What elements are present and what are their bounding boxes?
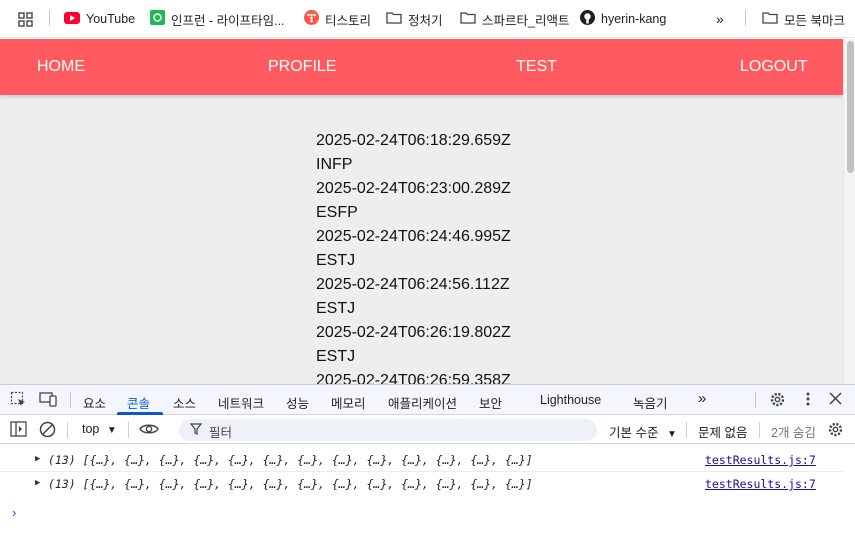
console-filter-input[interactable]: 필터 — [179, 419, 597, 441]
tab-sources[interactable]: 소스 — [173, 393, 196, 412]
nav-logout-link[interactable]: LOGOUT — [740, 58, 808, 76]
tab-elements[interactable]: 요소 — [83, 393, 106, 412]
more-tabs-icon[interactable]: » — [698, 390, 706, 407]
result-mbti: ESFP — [316, 204, 358, 221]
live-expression-eye-icon[interactable] — [139, 422, 159, 439]
sidebar-toggle-icon[interactable] — [10, 421, 27, 440]
tab-recorder[interactable]: 녹음기 — [633, 393, 668, 412]
tab-application[interactable]: 애플리케이션 — [388, 393, 457, 412]
tab-network[interactable]: 네트워크 — [218, 393, 264, 412]
filter-placeholder: 필터 — [209, 426, 233, 440]
result-timestamp: 2025-02-24T06:23:00.289Z — [316, 180, 511, 197]
github-icon — [580, 10, 595, 28]
dropdown-arrow-icon: ▼ — [666, 429, 677, 440]
inspect-element-icon[interactable] — [10, 391, 27, 411]
more-options-icon[interactable] — [805, 391, 811, 410]
page-scrollbar[interactable] — [843, 39, 855, 384]
bookmarks-divider — [49, 10, 50, 26]
bookmark-folder-sparta[interactable]: 스파르타_리액트 — [460, 9, 569, 29]
bookmark-label: 티스토리 — [325, 13, 372, 28]
page-viewport: HOME PROFILE TEST LOGOUT 2025-02-24T06:1… — [0, 39, 843, 384]
bookmark-youtube[interactable]: YouTube — [64, 9, 135, 29]
bookmark-github[interactable]: hyerin-kang — [580, 9, 666, 29]
bookmark-tistory[interactable]: 티스토리 — [304, 9, 371, 29]
result-mbti: ESTJ — [316, 300, 356, 317]
device-toolbar-icon[interactable] — [39, 391, 57, 410]
tab-console[interactable]: 콘솔 — [127, 393, 150, 412]
all-bookmarks-folder[interactable]: 모든 북마크 — [762, 9, 845, 29]
all-bookmarks-label: 모든 북마크 — [784, 13, 845, 28]
devtools-panel: 요소 콘솔 소스 네트워크 성능 메모리 애플리케이션 보안 Lighthous… — [0, 384, 855, 557]
tab-divider — [755, 392, 756, 408]
result-timestamp: 2025-02-24T06:24:46.995Z — [316, 228, 511, 245]
log-message: (13) [{…}, {…}, {…}, {…}, {…}, {…}, {…},… — [48, 477, 533, 491]
tab-lighthouse[interactable]: Lighthouse — [540, 393, 601, 407]
scrollbar-thumb[interactable] — [847, 41, 854, 173]
tab-divider — [70, 392, 71, 408]
expand-triangle-icon[interactable]: ▶ — [35, 454, 40, 464]
result-mbti: INFP — [316, 156, 353, 173]
close-devtools-icon[interactable] — [829, 392, 842, 408]
result-mbti: ESTJ — [316, 348, 356, 365]
console-log-entry[interactable]: ▶ (13) [{…}, {…}, {…}, {…}, {…}, {…}, {…… — [0, 448, 843, 472]
context-selector[interactable]: top ▼ — [82, 422, 117, 436]
filter-funnel-icon — [189, 423, 203, 438]
bookmark-label: 스파르타_리액트 — [482, 13, 570, 28]
tistory-icon — [304, 10, 319, 28]
bookmarks-bar: YouTube 인프런 - 라이프타임... 티스토리 정처기 스파르타_리액트… — [0, 0, 855, 38]
context-label: top — [82, 422, 100, 436]
youtube-icon — [64, 11, 80, 27]
log-source-link[interactable]: testResults.js:7 — [705, 477, 816, 491]
bookmarks-divider — [745, 10, 746, 26]
folder-icon — [762, 11, 778, 27]
tab-performance[interactable]: 성능 — [286, 393, 309, 412]
toolbar-divider — [759, 422, 760, 438]
bookmark-label: 인프런 - 라이프타임... — [171, 13, 285, 28]
navbar: HOME PROFILE TEST LOGOUT — [0, 39, 843, 95]
toolbar-divider — [128, 422, 129, 438]
tab-memory[interactable]: 메모리 — [331, 393, 366, 412]
console-settings-gear-icon[interactable] — [827, 421, 844, 441]
result-timestamp: 2025-02-24T06:24:56.112Z — [316, 276, 510, 293]
log-levels-label: 기본 수준 — [609, 426, 659, 440]
bookmark-inflearn[interactable]: 인프런 - 라이프타임... — [150, 9, 285, 29]
console-prompt-chevron-icon[interactable]: › — [12, 505, 16, 520]
result-timestamp: 2025-02-24T06:26:19.802Z — [316, 324, 511, 341]
bookmark-label: 정처기 — [408, 13, 443, 28]
bookmark-label: YouTube — [86, 12, 136, 26]
log-message: (13) [{…}, {…}, {…}, {…}, {…}, {…}, {…},… — [48, 453, 533, 467]
clear-console-icon[interactable] — [39, 421, 56, 441]
folder-icon — [460, 11, 476, 27]
console-log-entry[interactable]: ▶ (13) [{…}, {…}, {…}, {…}, {…}, {…}, {…… — [0, 472, 843, 496]
hidden-count-label: 2개 숨김 — [771, 426, 816, 440]
inflearn-icon — [150, 10, 165, 28]
nav-profile-link[interactable]: PROFILE — [268, 58, 336, 76]
console-toolbar: top ▼ 필터 기본 수준 ▼ 문제 없음 2개 숨김 — [0, 416, 855, 444]
bookmark-label: hyerin-kang — [601, 12, 667, 26]
log-source-link[interactable]: testResults.js:7 — [705, 453, 816, 467]
result-timestamp: 2025-02-24T06:26:59.358Z — [316, 372, 511, 384]
result-mbti: ESTJ — [316, 252, 356, 269]
toolbar-divider — [67, 422, 68, 438]
test-results-list: 2025-02-24T06:18:29.659Z INFP 2025-02-24… — [316, 129, 511, 384]
expand-triangle-icon[interactable]: ▶ — [35, 478, 40, 488]
active-tab-indicator — [117, 412, 163, 415]
tab-security[interactable]: 보안 — [479, 393, 502, 412]
nav-test-link[interactable]: TEST — [516, 58, 557, 76]
devtools-tab-bar: 요소 콘솔 소스 네트워크 성능 메모리 애플리케이션 보안 Lighthous… — [0, 385, 855, 415]
log-levels-dropdown[interactable]: 기본 수준 ▼ — [609, 422, 677, 441]
toolbar-divider — [686, 422, 687, 438]
dropdown-arrow-icon: ▼ — [106, 425, 117, 436]
result-timestamp: 2025-02-24T06:18:29.659Z — [316, 132, 511, 149]
more-bookmarks-icon[interactable]: » — [716, 9, 724, 29]
apps-grid-icon[interactable] — [18, 9, 33, 29]
settings-gear-icon[interactable] — [769, 391, 786, 411]
bookmark-folder-jeongcheogi[interactable]: 정처기 — [386, 9, 443, 29]
folder-icon — [386, 11, 402, 27]
nav-home-link[interactable]: HOME — [37, 58, 85, 76]
issues-button[interactable]: 문제 없음 — [698, 422, 747, 441]
